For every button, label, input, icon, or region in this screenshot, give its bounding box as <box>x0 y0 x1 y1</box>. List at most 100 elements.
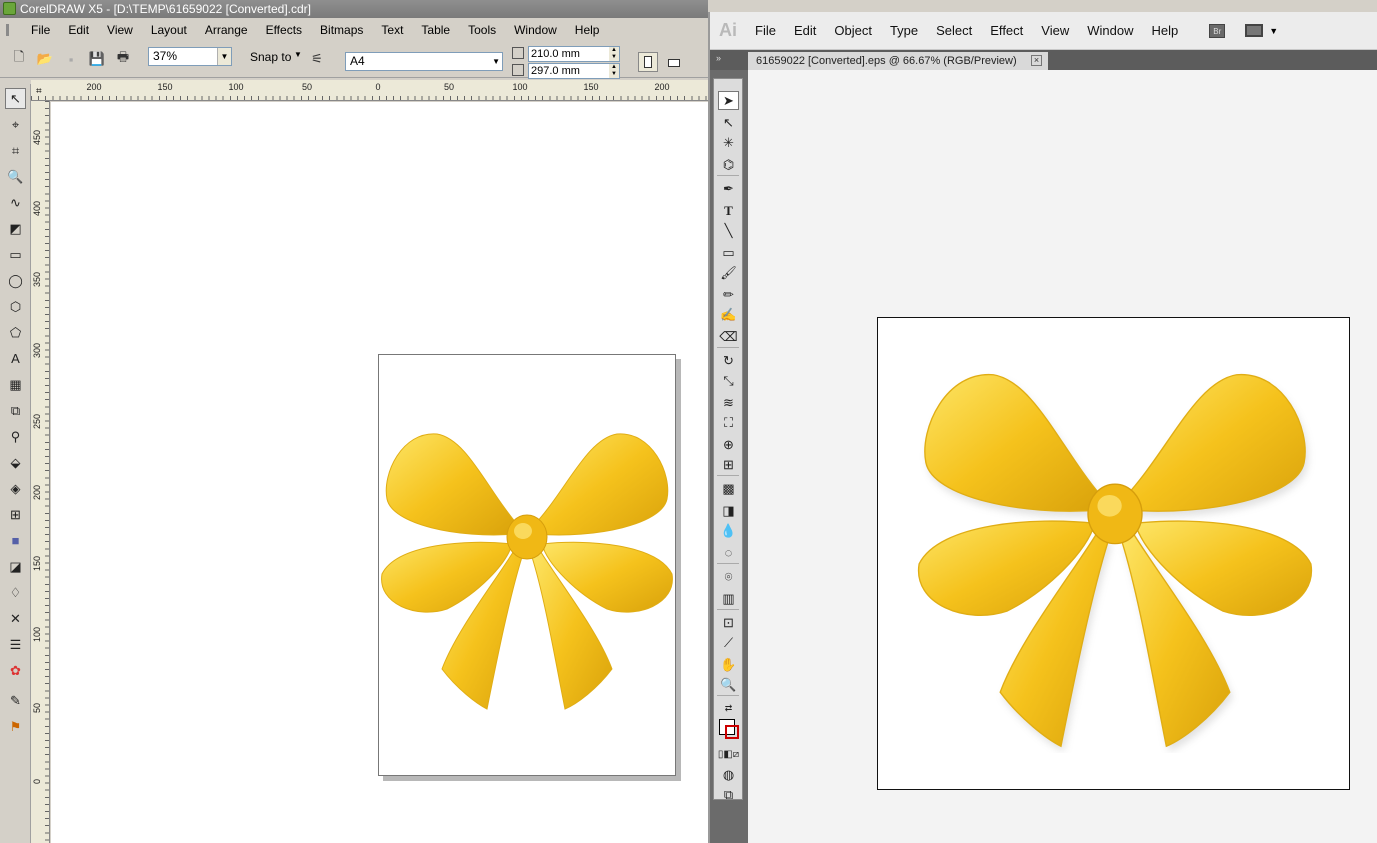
ai-menu-type[interactable]: Type <box>881 23 927 38</box>
artboard-tool-icon[interactable]: ⊡ <box>718 613 739 632</box>
save-as-icon[interactable]: 💾 <box>88 50 106 68</box>
rotate-tool-icon[interactable]: ↻ <box>718 351 739 370</box>
chevron-down-icon[interactable]: ▼ <box>217 48 231 65</box>
outline-width-icon[interactable]: ☰ <box>5 634 26 655</box>
ai-menu-select[interactable]: Select <box>927 23 981 38</box>
dimension-tool-icon[interactable]: ⧉ <box>5 400 26 421</box>
perspective-grid-tool-icon[interactable]: ⊞ <box>718 455 739 474</box>
pen-tool-icon[interactable]: ✒ <box>718 179 739 198</box>
corel-menu-effects[interactable]: Effects <box>257 23 311 37</box>
corel-page[interactable] <box>378 354 676 776</box>
ai-artboard[interactable] <box>877 317 1350 790</box>
screen-mode-icon[interactable]: ⧉ <box>718 785 739 804</box>
swap-fill-stroke-icon[interactable]: ⇄ <box>718 699 739 718</box>
color-palette-icon[interactable]: ✿ <box>5 660 26 681</box>
print-icon[interactable]: 🖶 <box>114 49 132 68</box>
portrait-orientation-button[interactable] <box>638 52 658 72</box>
type-tool-icon[interactable]: T <box>718 201 739 220</box>
text-tool-icon[interactable]: A <box>5 348 26 369</box>
drawing-mode-icon[interactable]: ◍ <box>718 765 739 784</box>
pencil-tool-icon[interactable]: ✏ <box>718 285 739 304</box>
magic-wand-tool-icon[interactable]: ✳ <box>718 133 739 152</box>
corel-menu-bitmaps[interactable]: Bitmaps <box>311 23 372 37</box>
chevron-down-icon[interactable]: ▼ <box>294 50 302 59</box>
blend-tool-icon[interactable]: ◌ <box>718 543 739 562</box>
corel-menu-table[interactable]: Table <box>412 23 459 37</box>
mesh-tool-icon[interactable]: ▩ <box>718 479 739 498</box>
bridge-button[interactable]: Br <box>1209 23 1226 38</box>
ai-menu-file[interactable]: File <box>746 23 785 38</box>
symbol-sprayer-tool-icon[interactable]: ⌾ <box>718 567 739 586</box>
zoom-tool-icon[interactable]: 🔍 <box>5 166 26 187</box>
table-tool-icon[interactable]: ▦ <box>5 374 26 395</box>
freehand-tool-icon[interactable]: ∿ <box>5 192 26 213</box>
hand-tool-icon[interactable]: ✋ <box>718 655 739 674</box>
column-graph-tool-icon[interactable]: ▥ <box>718 589 739 608</box>
corel-menu-help[interactable]: Help <box>566 23 609 37</box>
zoom-level-select[interactable]: 37% ▼ <box>148 47 232 66</box>
blob-brush-tool-icon[interactable]: ✍ <box>718 305 739 324</box>
page-size-select[interactable]: A4 ▼ <box>345 52 503 71</box>
ellipse-tool-icon[interactable]: ◯ <box>5 270 26 291</box>
corel-menu-file[interactable]: File <box>22 23 59 37</box>
snap-to-button[interactable]: Snap to <box>250 50 291 64</box>
save-icon[interactable]: ▪ <box>62 50 80 68</box>
page-width-field[interactable]: 210.0 mm ▲ ▼ <box>528 46 620 62</box>
rectangle-tool-icon[interactable]: ▭ <box>5 244 26 265</box>
ai-menu-effect[interactable]: Effect <box>981 23 1032 38</box>
page-height-field[interactable]: 297.0 mm ▲ ▼ <box>528 63 620 79</box>
stroke-swatch[interactable] <box>725 725 739 739</box>
direct-selection-tool-icon[interactable]: ↖ <box>718 113 739 132</box>
selection-tool-icon[interactable]: ➤ <box>718 91 739 110</box>
color-gradient-none-icon[interactable]: ▯◧⧄ <box>718 745 739 764</box>
ai-menu-window[interactable]: Window <box>1078 23 1142 38</box>
corel-menu-layout[interactable]: Layout <box>142 23 196 37</box>
ai-menu-view[interactable]: View <box>1032 23 1078 38</box>
basic-shapes-tool-icon[interactable]: ⬠ <box>5 322 26 343</box>
slice-tool-icon[interactable]: ⟋ <box>718 633 739 652</box>
smart-fill-tool-icon[interactable]: ◩ <box>5 218 26 239</box>
corel-bow-artwork[interactable] <box>377 429 677 714</box>
connector-tool-icon[interactable]: ⚲ <box>5 426 26 447</box>
shape-builder-tool-icon[interactable]: ⊕ <box>718 435 739 454</box>
no-outline-icon[interactable]: ✕ <box>5 608 26 629</box>
ai-menu-edit[interactable]: Edit <box>785 23 825 38</box>
paintbrush-tool-icon[interactable]: 🖌 <box>718 263 739 282</box>
corel-menu-arrange[interactable]: Arrange <box>196 23 257 37</box>
ai-bow-artwork[interactable] <box>912 368 1318 753</box>
line-tool-icon[interactable]: ╲ <box>718 221 739 240</box>
close-icon[interactable]: × <box>1031 55 1042 66</box>
paintbucket-tool-icon[interactable]: ⚑ <box>5 716 26 737</box>
shape-tool-icon[interactable]: ⌖ <box>5 114 26 135</box>
spinner-icon[interactable]: ▲ ▼ <box>609 64 619 78</box>
snap-options-icon[interactable]: ⚟ <box>308 50 326 68</box>
pick-tool-icon[interactable]: ↖ <box>5 88 26 109</box>
blend-tool-icon[interactable]: ⬙ <box>5 452 26 473</box>
ruler-origin-icon[interactable]: ⌗ <box>36 86 42 97</box>
new-document-icon[interactable]: 🗋 <box>10 49 28 68</box>
gradient-tool-icon[interactable]: ◨ <box>718 501 739 520</box>
open-folder-icon[interactable]: 📂 <box>36 50 54 68</box>
ai-menu-object[interactable]: Object <box>825 23 881 38</box>
eyedropper-tool-icon[interactable]: ✎ <box>5 690 26 711</box>
eraser-tool-icon[interactable]: ⌫ <box>718 327 739 346</box>
workspace-switcher-icon[interactable] <box>1245 24 1264 37</box>
interactive-fill-icon[interactable]: ◪ <box>5 556 26 577</box>
corel-menu-edit[interactable]: Edit <box>59 23 98 37</box>
ai-drawing-canvas[interactable] <box>748 70 1377 843</box>
collapse-panel-icon[interactable]: » <box>716 53 721 63</box>
scale-tool-icon[interactable]: ⤡ <box>718 371 739 390</box>
lasso-tool-icon[interactable]: ⌬ <box>718 155 739 174</box>
free-transform-tool-icon[interactable]: ⛶ <box>718 413 739 432</box>
fill-tool-icon[interactable]: ◈ <box>5 478 26 499</box>
eyedropper-tool-icon[interactable]: 💧 <box>718 521 739 540</box>
mesh-fill-tool-icon[interactable]: ⊞ <box>5 504 26 525</box>
chevron-down-icon[interactable]: ▼ <box>1269 26 1278 36</box>
pen-outline-icon[interactable]: ♢ <box>5 582 26 603</box>
chevron-down-icon[interactable]: ▼ <box>492 53 500 70</box>
corel-menu-view[interactable]: View <box>98 23 142 37</box>
warp-tool-icon[interactable]: ≋ <box>718 393 739 412</box>
rectangle-tool-icon[interactable]: ▭ <box>718 243 739 262</box>
zoom-tool-icon[interactable]: 🔍 <box>718 675 739 694</box>
ai-menu-help[interactable]: Help <box>1142 23 1187 38</box>
